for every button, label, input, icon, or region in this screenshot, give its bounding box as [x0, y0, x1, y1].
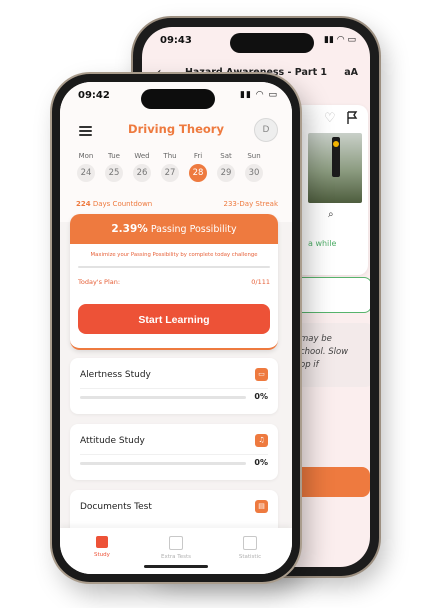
heart-icon[interactable]: ♡	[324, 111, 336, 126]
day-name: Wed	[134, 152, 150, 160]
chart-icon	[243, 536, 257, 550]
study-title: Alertness Study	[80, 370, 151, 380]
week-calendar: Mon 24 Tue 25 Wed 26 Thu 27 Fri 28 Sat 2…	[74, 152, 278, 192]
day-name: Sun	[247, 152, 261, 160]
day-name: Fri	[193, 152, 203, 160]
status-time: 09:42	[78, 90, 110, 101]
front-phone: 09:42 ▮▮ ◠ ▭ Driving Theory D Mon 24 Tue…	[52, 74, 300, 582]
bottom-tab-bar: Study Extra Tests Statistic	[60, 528, 292, 574]
tab-extra-tests[interactable]: Extra Tests	[146, 536, 206, 560]
day-streak: 233-Day Streak	[223, 200, 279, 208]
tab-label: Statistic	[238, 554, 262, 560]
study-card-attitude[interactable]: Attitude Study ♫ 0%	[70, 424, 278, 480]
flag-icon[interactable]	[346, 111, 358, 125]
passing-label: Passing Possibility	[150, 224, 237, 235]
day-number: 25	[105, 164, 123, 182]
countdown-number: 224	[76, 200, 91, 208]
study-percent: 0%	[254, 392, 268, 401]
day-mon[interactable]: Mon 24	[74, 152, 98, 182]
today-dot	[197, 186, 199, 188]
day-number: 30	[245, 164, 263, 182]
plan-label: Today's Plan:	[78, 278, 121, 286]
traffic-light-photo	[308, 133, 362, 203]
study-percent: 0%	[254, 458, 268, 467]
day-sun[interactable]: Sun 30	[242, 152, 266, 182]
back-notch	[230, 33, 314, 53]
divider	[80, 454, 268, 455]
maximize-text: Maximize your Passing Possibility by com…	[90, 252, 258, 258]
plan-progress-track	[78, 266, 270, 268]
study-card-alertness[interactable]: Alertness Study ▭ 0%	[70, 358, 278, 414]
hint-text: a while	[308, 239, 337, 248]
plan-count: 0/111	[251, 278, 270, 286]
countdown-label: Days Countdown	[92, 200, 153, 208]
text-size-button[interactable]: aA	[344, 67, 358, 78]
zoom-icon[interactable]: ⌕	[328, 209, 334, 220]
day-name: Thu	[163, 152, 177, 160]
day-name: Mon	[78, 152, 94, 160]
day-fri[interactable]: Fri 28	[186, 152, 210, 188]
tests-icon	[169, 536, 183, 550]
study-progress-track	[80, 396, 246, 399]
day-name: Tue	[108, 152, 120, 160]
document-icon: ▤	[255, 500, 268, 513]
divider	[80, 388, 268, 389]
day-tue[interactable]: Tue 25	[102, 152, 126, 182]
day-wed[interactable]: Wed 26	[130, 152, 154, 182]
day-number: 29	[217, 164, 235, 182]
day-number: 24	[77, 164, 95, 182]
folder-icon: ▭	[255, 368, 268, 381]
study-title: Documents Test	[80, 502, 152, 512]
tab-study[interactable]: Study	[72, 536, 132, 558]
status-icons: ▮▮ ◠ ▭	[324, 35, 356, 45]
start-learning-button[interactable]: Start Learning	[78, 304, 270, 334]
passing-header: 2.39% Passing Possibility	[70, 214, 278, 244]
book-icon	[96, 536, 108, 548]
day-number: 27	[161, 164, 179, 182]
avatar[interactable]: D	[254, 118, 278, 142]
passing-possibility-card: 2.39% Passing Possibility Maximize your …	[70, 214, 278, 350]
amber-light	[333, 141, 339, 147]
day-name: Sat	[220, 152, 232, 160]
home-indicator	[144, 565, 208, 568]
tab-statistic[interactable]: Statistic	[220, 536, 280, 560]
passing-percent: 2.39%	[111, 223, 148, 235]
status-icons: ▮▮ ◠ ▭	[240, 90, 278, 100]
day-number: 28	[189, 164, 207, 182]
day-thu[interactable]: Thu 27	[158, 152, 182, 182]
tab-label: Extra Tests	[161, 554, 191, 560]
day-sat[interactable]: Sat 29	[214, 152, 238, 182]
days-countdown: 224 Days Countdown	[76, 200, 152, 208]
study-progress-track	[80, 462, 246, 465]
study-title: Attitude Study	[80, 436, 145, 446]
status-time: 09:43	[160, 35, 192, 46]
front-phone-screen: 09:42 ▮▮ ◠ ▭ Driving Theory D Mon 24 Tue…	[60, 82, 292, 574]
day-number: 26	[133, 164, 151, 182]
tab-label: Study	[94, 552, 110, 558]
bell-icon: ♫	[255, 434, 268, 447]
front-notch	[141, 89, 215, 109]
